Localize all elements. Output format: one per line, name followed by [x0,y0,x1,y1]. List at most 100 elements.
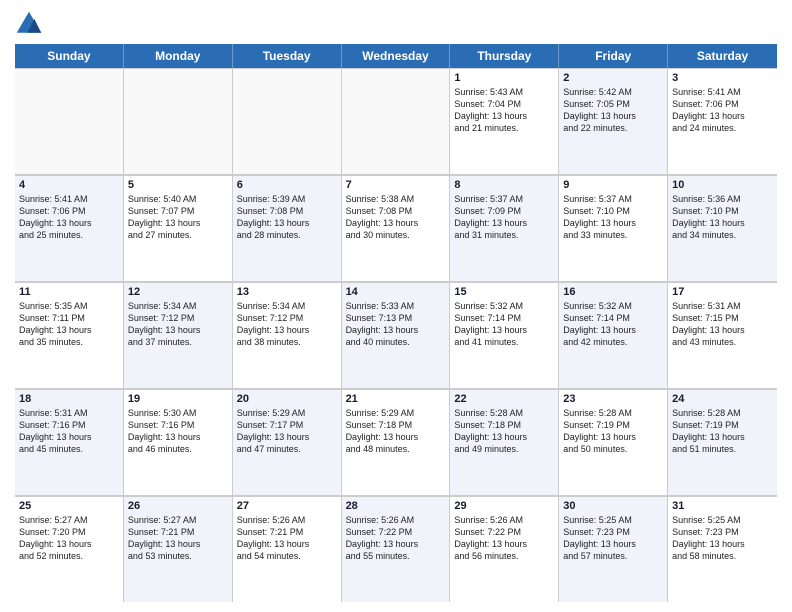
day-cell-16: 16Sunrise: 5:32 AMSunset: 7:14 PMDayligh… [559,282,668,388]
day-cell-25: 25Sunrise: 5:27 AMSunset: 7:20 PMDayligh… [15,496,124,602]
weekday-header-sunday: Sunday [15,44,124,68]
cell-line: Sunset: 7:19 PM [563,419,663,431]
cell-line: Daylight: 13 hours [672,110,773,122]
cell-line: Daylight: 13 hours [672,324,773,336]
day-cell-3: 3Sunrise: 5:41 AMSunset: 7:06 PMDaylight… [668,68,777,174]
cell-line: Sunrise: 5:26 AM [454,514,554,526]
cell-line: Sunrise: 5:34 AM [128,300,228,312]
empty-cell [15,68,124,174]
day-cell-26: 26Sunrise: 5:27 AMSunset: 7:21 PMDayligh… [124,496,233,602]
cell-line: and 55 minutes. [346,550,446,562]
cell-line: Sunrise: 5:32 AM [454,300,554,312]
cell-line: Sunset: 7:19 PM [672,419,773,431]
cell-line: and 30 minutes. [346,229,446,241]
day-number: 29 [454,500,554,512]
cell-line: Sunrise: 5:27 AM [128,514,228,526]
cell-line: and 52 minutes. [19,550,119,562]
cell-line: Sunset: 7:13 PM [346,312,446,324]
day-cell-29: 29Sunrise: 5:26 AMSunset: 7:22 PMDayligh… [450,496,559,602]
day-number: 3 [672,72,773,84]
cell-line: Sunrise: 5:30 AM [128,407,228,419]
day-number: 5 [128,179,228,191]
cell-line: Daylight: 13 hours [19,217,119,229]
cell-line: and 37 minutes. [128,336,228,348]
cell-line: Daylight: 13 hours [563,538,663,550]
day-cell-23: 23Sunrise: 5:28 AMSunset: 7:19 PMDayligh… [559,389,668,495]
cell-line: Sunrise: 5:39 AM [237,193,337,205]
empty-cell [233,68,342,174]
day-number: 4 [19,179,119,191]
cell-line: Daylight: 13 hours [454,110,554,122]
cell-line: and 35 minutes. [19,336,119,348]
cell-line: Daylight: 13 hours [672,538,773,550]
day-number: 2 [563,72,663,84]
day-number: 19 [128,393,228,405]
day-number: 11 [19,286,119,298]
day-number: 6 [237,179,337,191]
day-cell-27: 27Sunrise: 5:26 AMSunset: 7:21 PMDayligh… [233,496,342,602]
logo [15,10,47,38]
cell-line: Sunrise: 5:41 AM [672,86,773,98]
cell-line: Sunrise: 5:41 AM [19,193,119,205]
cell-line: Sunrise: 5:31 AM [19,407,119,419]
weekday-header-thursday: Thursday [450,44,559,68]
day-cell-18: 18Sunrise: 5:31 AMSunset: 7:16 PMDayligh… [15,389,124,495]
day-number: 28 [346,500,446,512]
cell-line: Sunrise: 5:25 AM [563,514,663,526]
cell-line: and 47 minutes. [237,443,337,455]
day-cell-10: 10Sunrise: 5:36 AMSunset: 7:10 PMDayligh… [668,175,777,281]
weekday-header-tuesday: Tuesday [233,44,342,68]
cell-line: and 41 minutes. [454,336,554,348]
cell-line: Sunrise: 5:33 AM [346,300,446,312]
weekday-header-monday: Monday [124,44,233,68]
day-cell-15: 15Sunrise: 5:32 AMSunset: 7:14 PMDayligh… [450,282,559,388]
day-cell-11: 11Sunrise: 5:35 AMSunset: 7:11 PMDayligh… [15,282,124,388]
day-cell-5: 5Sunrise: 5:40 AMSunset: 7:07 PMDaylight… [124,175,233,281]
cell-line: Sunset: 7:21 PM [128,526,228,538]
day-number: 8 [454,179,554,191]
cell-line: Sunset: 7:07 PM [128,205,228,217]
day-cell-20: 20Sunrise: 5:29 AMSunset: 7:17 PMDayligh… [233,389,342,495]
weekday-header-wednesday: Wednesday [342,44,451,68]
day-number: 7 [346,179,446,191]
cell-line: Sunset: 7:16 PM [19,419,119,431]
cell-line: Daylight: 13 hours [128,538,228,550]
day-number: 31 [672,500,773,512]
cell-line: Sunrise: 5:25 AM [672,514,773,526]
cell-line: Sunrise: 5:27 AM [19,514,119,526]
cell-line: Sunrise: 5:32 AM [563,300,663,312]
cell-line: Sunrise: 5:26 AM [346,514,446,526]
day-cell-2: 2Sunrise: 5:42 AMSunset: 7:05 PMDaylight… [559,68,668,174]
cell-line: and 57 minutes. [563,550,663,562]
cell-line: and 53 minutes. [128,550,228,562]
cell-line: Sunset: 7:15 PM [672,312,773,324]
cell-line: Daylight: 13 hours [563,217,663,229]
cell-line: and 51 minutes. [672,443,773,455]
day-number: 21 [346,393,446,405]
day-number: 9 [563,179,663,191]
cell-line: Daylight: 13 hours [237,538,337,550]
cell-line: and 34 minutes. [672,229,773,241]
cell-line: Daylight: 13 hours [237,324,337,336]
cell-line: Sunrise: 5:35 AM [19,300,119,312]
cell-line: Sunset: 7:14 PM [454,312,554,324]
day-number: 15 [454,286,554,298]
calendar-week-1: 1Sunrise: 5:43 AMSunset: 7:04 PMDaylight… [15,68,777,175]
day-number: 13 [237,286,337,298]
cell-line: Sunrise: 5:28 AM [454,407,554,419]
cell-line: Sunset: 7:21 PM [237,526,337,538]
calendar: SundayMondayTuesdayWednesdayThursdayFrid… [15,44,777,602]
cell-line: and 24 minutes. [672,122,773,134]
cell-line: and 45 minutes. [19,443,119,455]
cell-line: Daylight: 13 hours [19,431,119,443]
cell-line: Daylight: 13 hours [346,324,446,336]
cell-line: and 50 minutes. [563,443,663,455]
cell-line: Sunset: 7:23 PM [563,526,663,538]
cell-line: and 49 minutes. [454,443,554,455]
day-cell-9: 9Sunrise: 5:37 AMSunset: 7:10 PMDaylight… [559,175,668,281]
day-cell-4: 4Sunrise: 5:41 AMSunset: 7:06 PMDaylight… [15,175,124,281]
cell-line: and 25 minutes. [19,229,119,241]
day-number: 23 [563,393,663,405]
weekday-header-saturday: Saturday [668,44,777,68]
day-cell-6: 6Sunrise: 5:39 AMSunset: 7:08 PMDaylight… [233,175,342,281]
